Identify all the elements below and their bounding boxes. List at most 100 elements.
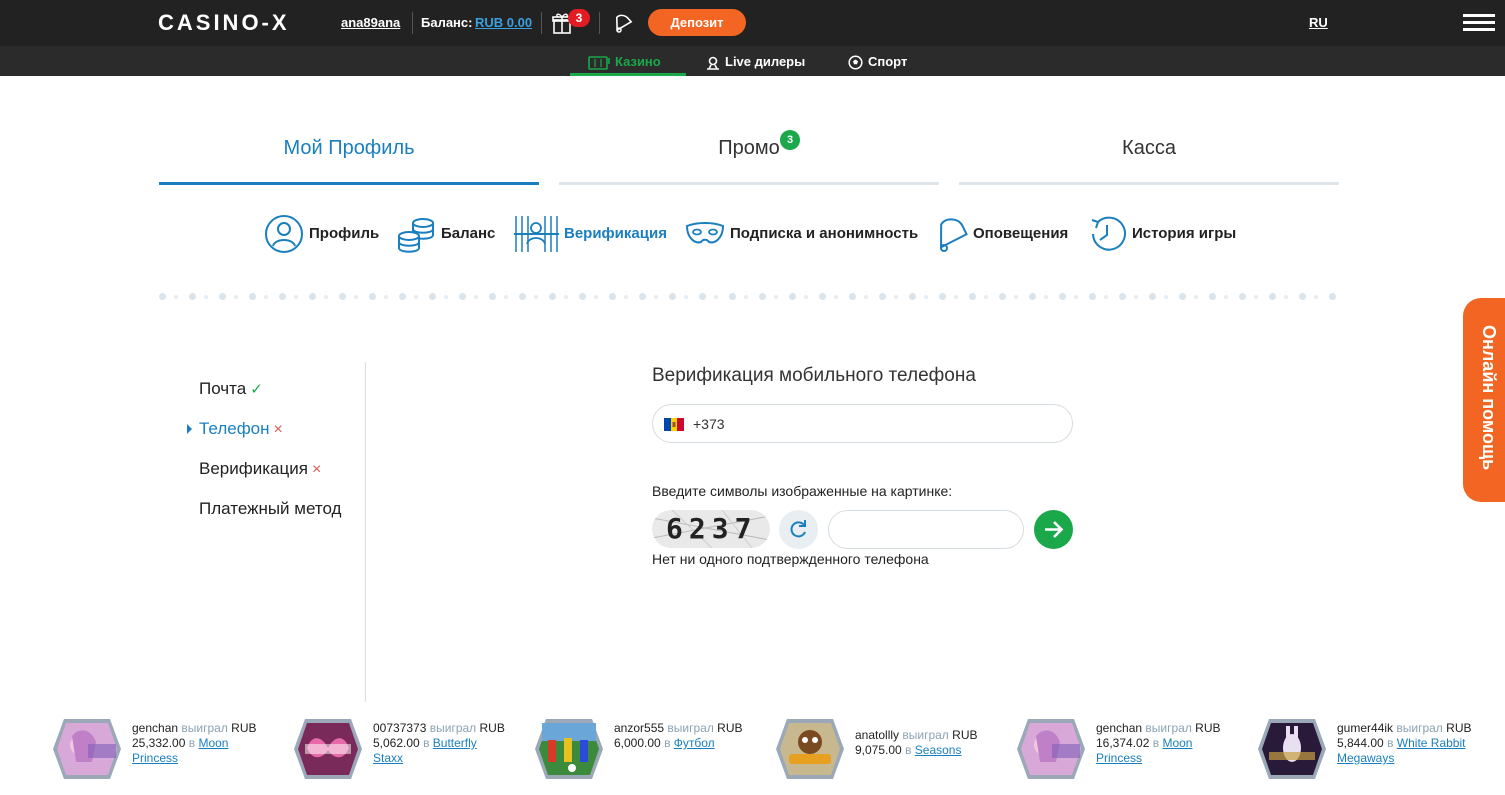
divider-dot xyxy=(234,295,238,299)
captcha-input[interactable] xyxy=(828,510,1024,549)
nav-casino[interactable]: Казино xyxy=(570,46,686,76)
winner-game-link-cont[interactable]: Princess xyxy=(1096,751,1142,765)
phone-prefix: +373 xyxy=(693,416,725,432)
divider-dot xyxy=(504,295,508,299)
notification-bell-icon[interactable] xyxy=(610,12,634,34)
side-item-verification[interactable]: Верификация × xyxy=(199,459,321,479)
divider-dot xyxy=(264,295,268,299)
divider-dot xyxy=(219,293,226,300)
winner-amount: 9,075.00 xyxy=(855,743,902,757)
nav-sport[interactable]: Спорт xyxy=(848,46,907,76)
moon-princess-thumbnail[interactable] xyxy=(52,718,122,780)
divider-dot xyxy=(729,293,736,300)
subnav-subscription[interactable]: Подписка и анонимность xyxy=(685,214,919,254)
winner-currency: RUB xyxy=(479,721,505,735)
winner-text: anzor555 выиграл RUB 6,000.00 в Футбол xyxy=(614,721,774,751)
side-item-payment-method[interactable]: Платежный метод xyxy=(199,499,341,519)
divider-dot xyxy=(1284,295,1288,299)
winner-game-link[interactable]: Moon xyxy=(1162,736,1192,750)
tab-cashier-label: Касса xyxy=(1122,137,1176,159)
winner-text: anatollly выиграл RUB 9,075.00 в Seasons xyxy=(855,728,1015,758)
tab-my-profile[interactable]: Мой Профиль xyxy=(159,130,539,185)
divider-dot xyxy=(894,295,898,299)
subnav-game-history-label: История игры xyxy=(1132,225,1237,242)
tab-promo[interactable]: Промо xyxy=(559,130,939,185)
side-item-phone[interactable]: Телефон × xyxy=(199,419,283,439)
winner-in: в xyxy=(1152,736,1160,750)
winner-verb: выиграл xyxy=(1396,721,1443,735)
divider-dot xyxy=(444,295,448,299)
seasons-thumbnail[interactable] xyxy=(775,718,845,780)
divider-dot xyxy=(564,295,568,299)
subnav-subscription-label: Подписка и анонимность xyxy=(730,225,919,242)
moon-princess-thumbnail[interactable] xyxy=(1016,718,1086,780)
promo-count-badge: 3 xyxy=(780,130,800,150)
winner-game-link[interactable]: Футбол xyxy=(674,736,715,750)
divider-dot xyxy=(849,293,856,300)
divider-dot xyxy=(204,295,208,299)
tab-my-profile-label: Мой Профиль xyxy=(283,137,415,159)
divider-dot xyxy=(999,293,1006,300)
divider-dot xyxy=(1074,295,1078,299)
winner-game-link-cont[interactable]: Megaways xyxy=(1337,751,1394,765)
butterfly-staxx-thumbnail[interactable] xyxy=(293,718,363,780)
divider-dot xyxy=(309,293,316,300)
white-rabbit-thumbnail[interactable] xyxy=(1257,718,1327,780)
divider xyxy=(599,12,600,34)
divider-dot xyxy=(594,295,598,299)
divider-dot xyxy=(1029,293,1036,300)
divider xyxy=(412,12,413,34)
winners-ticker: genchan выиграл RUB 25,332.00 в Moon Prin… xyxy=(0,712,1505,795)
language-selector[interactable]: RU xyxy=(1309,15,1328,30)
phone-input[interactable]: +373 xyxy=(652,404,1073,443)
dotted-divider xyxy=(159,293,1339,303)
subnav-balance[interactable]: Баланс xyxy=(396,214,496,254)
no-phone-message: Нет ни одного подтвержденного телефона xyxy=(652,551,929,567)
winner-currency: RUB xyxy=(231,721,257,735)
captcha-refresh-button[interactable] xyxy=(779,510,818,549)
winner-currency: RUB xyxy=(952,728,978,742)
winner-game-link[interactable]: Moon xyxy=(198,736,228,750)
subnav-profile[interactable]: Профиль xyxy=(264,214,380,254)
football-thumbnail[interactable] xyxy=(534,718,604,780)
winner-item: anzor555 выиграл RUB 6,000.00 в Футбол xyxy=(534,712,774,792)
captcha-image: 6237 xyxy=(652,510,770,548)
winner-game-link[interactable]: White Rabbit xyxy=(1397,736,1466,750)
subnav-notifications[interactable]: Оповещения xyxy=(932,214,1068,254)
side-item-email[interactable]: Почта ✓ xyxy=(199,379,263,399)
deposit-button[interactable]: Депозит xyxy=(648,9,746,36)
refresh-icon xyxy=(790,520,806,538)
tab-cashier[interactable]: Касса xyxy=(959,130,1339,185)
winner-game-link[interactable]: Seasons xyxy=(915,743,962,757)
menu-icon[interactable] xyxy=(1463,14,1495,32)
divider-dot xyxy=(924,295,928,299)
winner-game-link-cont[interactable]: Staxx xyxy=(373,751,403,765)
winner-currency: RUB xyxy=(1446,721,1472,735)
moldova-flag-icon[interactable] xyxy=(664,418,684,431)
submit-captcha-button[interactable] xyxy=(1034,510,1073,549)
winner-game-link-cont[interactable]: Princess xyxy=(132,751,178,765)
divider-dot xyxy=(744,295,748,299)
divider-dot xyxy=(294,295,298,299)
divider-dot xyxy=(1239,293,1246,300)
winner-verb: выиграл xyxy=(429,721,477,735)
divider-dot xyxy=(954,295,958,299)
winner-game-link[interactable]: Butterfly xyxy=(433,736,477,750)
divider-dot xyxy=(774,295,778,299)
winner-currency: RUB xyxy=(717,721,743,735)
subnav-verification-label: Верификация xyxy=(564,225,667,242)
divider-dot xyxy=(879,293,886,300)
winner-in: в xyxy=(188,736,196,750)
username-link[interactable]: ana89ana xyxy=(341,15,400,30)
check-icon: ✓ xyxy=(250,381,263,398)
subnav-verification[interactable]: Верификация xyxy=(514,214,667,254)
tab-promo-label: Промо xyxy=(718,137,780,159)
divider-dot xyxy=(789,293,796,300)
balance-value[interactable]: RUB 0.00 xyxy=(475,15,532,30)
divider-dot xyxy=(1134,295,1138,299)
subnav-game-history[interactable]: История игры xyxy=(1087,214,1237,254)
logo[interactable]: CASINO-X xyxy=(158,10,290,36)
divider-dot xyxy=(699,293,706,300)
divider-dot xyxy=(354,295,358,299)
nav-live-dealers[interactable]: Live дилеры xyxy=(706,46,805,76)
